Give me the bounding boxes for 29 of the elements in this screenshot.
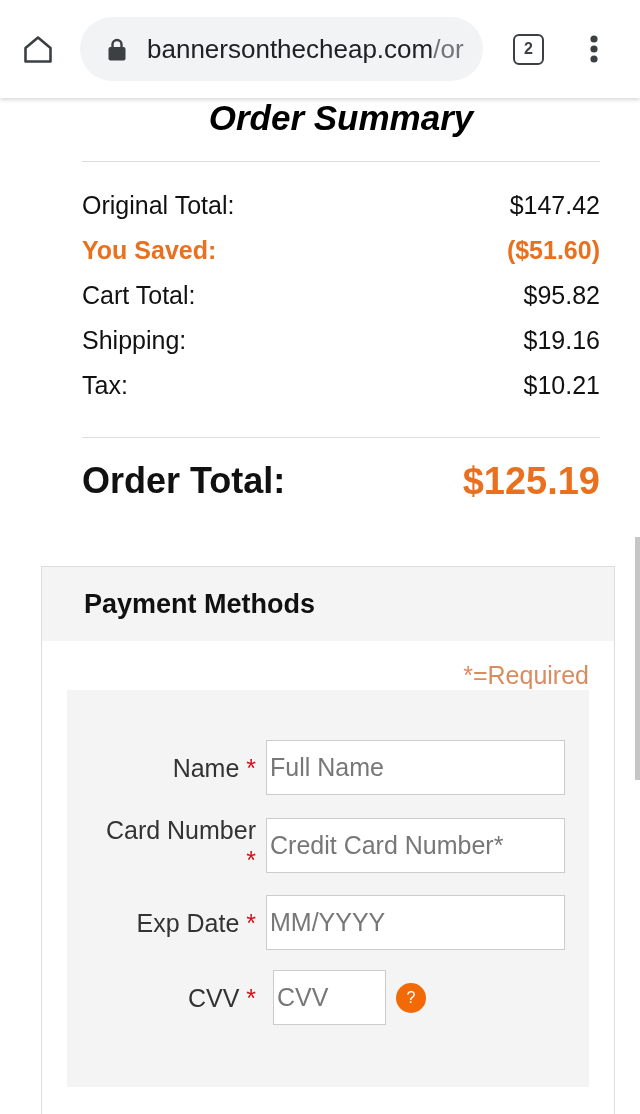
lock-icon bbox=[108, 37, 126, 61]
field-label: Exp Date * bbox=[135, 907, 256, 938]
summary-label: Original Total: bbox=[82, 189, 235, 221]
summary-label: You Saved: bbox=[82, 234, 217, 266]
text-field[interactable]: MM/YYYY bbox=[266, 895, 565, 950]
summary-amount: $10.21 bbox=[523, 369, 600, 401]
summary-amount: ($51.60) bbox=[506, 234, 600, 266]
home-icon bbox=[24, 35, 52, 63]
field-label: Name * bbox=[171, 752, 256, 783]
text-field[interactable]: CVV bbox=[273, 970, 386, 1025]
order-total-label: Order Total: bbox=[82, 459, 286, 503]
required-note: *=Required bbox=[463, 660, 589, 690]
menu-dots-icon bbox=[590, 35, 598, 63]
summary-label: Cart Total: bbox=[82, 279, 196, 311]
payment-methods-title: Payment Methods bbox=[84, 587, 316, 621]
summary-amount: $95.82 bbox=[523, 279, 600, 311]
summary-amount: $147.42 bbox=[509, 189, 600, 221]
field-label: CVV * bbox=[186, 982, 256, 1013]
tab-count-button[interactable]: 2 bbox=[513, 33, 544, 65]
text-field[interactable]: Full Name bbox=[266, 740, 565, 795]
text-field[interactable]: Credit Card Number* bbox=[266, 817, 565, 873]
order-total-amount: $125.19 bbox=[462, 458, 600, 504]
url-text: bannersonthecheap.com/or bbox=[147, 33, 464, 65]
summary-amount: $19.16 bbox=[523, 324, 600, 356]
field-label: Card Number * bbox=[104, 815, 256, 875]
address-bar[interactable]: bannersonthecheap.com/or bbox=[80, 17, 483, 81]
summary-label: Shipping: bbox=[82, 324, 187, 356]
order-summary-title: Order Summary bbox=[207, 98, 476, 138]
summary-label: Tax: bbox=[82, 369, 128, 401]
